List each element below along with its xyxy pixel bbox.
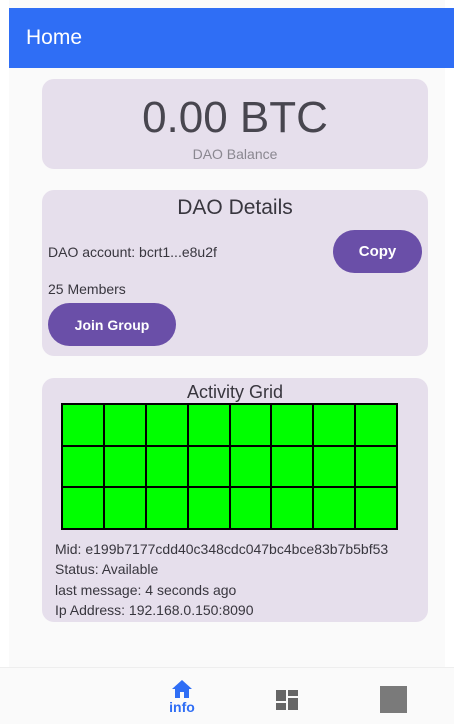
activity-cell (104, 446, 145, 487)
mid-text: Mid: e199b7177cdd40c348cdc047bc4bce83b7b… (55, 541, 389, 557)
nav-item-dashboard[interactable] (274, 668, 300, 724)
activity-cell (188, 405, 229, 445)
activity-grid (61, 403, 398, 530)
activity-cell (146, 405, 187, 445)
nav-item-info[interactable]: info (160, 668, 204, 724)
activity-cell (63, 446, 103, 487)
home-icon (172, 680, 192, 698)
activity-cell (188, 488, 229, 528)
join-group-button[interactable]: Join Group (48, 303, 176, 346)
activity-cell (314, 488, 355, 528)
activity-cell (188, 446, 229, 487)
dao-account-text: DAO account: bcrt1...e8u2f (48, 244, 217, 260)
right-edge (445, 0, 454, 724)
app-screen: Home 0.00 BTC DAO Balance DAO Details DA… (0, 0, 454, 724)
activity-cell (272, 488, 313, 528)
activity-cell (272, 446, 313, 487)
activity-cell (272, 405, 313, 445)
activity-cell (356, 446, 396, 487)
activity-cell (104, 405, 145, 445)
ip-address-text: Ip Address: 192.168.0.150:8090 (55, 602, 254, 618)
app-bar: Home (9, 8, 454, 68)
activity-cell (63, 405, 103, 445)
last-message-text: last message: 4 seconds ago (55, 582, 237, 598)
balance-label: DAO Balance (192, 146, 278, 162)
balance-card: 0.00 BTC DAO Balance (42, 79, 428, 169)
dao-details-title: DAO Details (177, 196, 293, 219)
activity-cell (356, 488, 396, 528)
members-count: 25 Members (48, 281, 126, 297)
page-title: Home (26, 26, 83, 49)
activity-cell (146, 488, 187, 528)
activity-cell (230, 405, 271, 445)
activity-cell (314, 405, 355, 445)
dao-details-card: DAO Details DAO account: bcrt1...e8u2f C… (42, 190, 428, 356)
activity-card: Activity Grid Mid: e199b7177cdd40c348cdc… (42, 378, 428, 622)
activity-cell (356, 405, 396, 445)
activity-grid-title: Activity Grid (186, 382, 283, 402)
balance-amount: 0.00 BTC (142, 93, 328, 142)
dashboard-icon (276, 690, 298, 710)
left-edge (0, 0, 9, 724)
activity-cell (63, 488, 103, 528)
activity-cell (230, 488, 271, 528)
copy-button[interactable]: Copy (333, 230, 422, 273)
activity-cell (230, 446, 271, 487)
square-icon (379, 686, 407, 713)
activity-cell (104, 488, 145, 528)
status-text: Status: Available (55, 561, 159, 577)
bottom-navigation: info (0, 667, 454, 724)
activity-cell (146, 446, 187, 487)
nav-info-label: info (169, 699, 195, 715)
activity-cell (314, 446, 355, 487)
nav-item-square[interactable] (378, 668, 408, 724)
